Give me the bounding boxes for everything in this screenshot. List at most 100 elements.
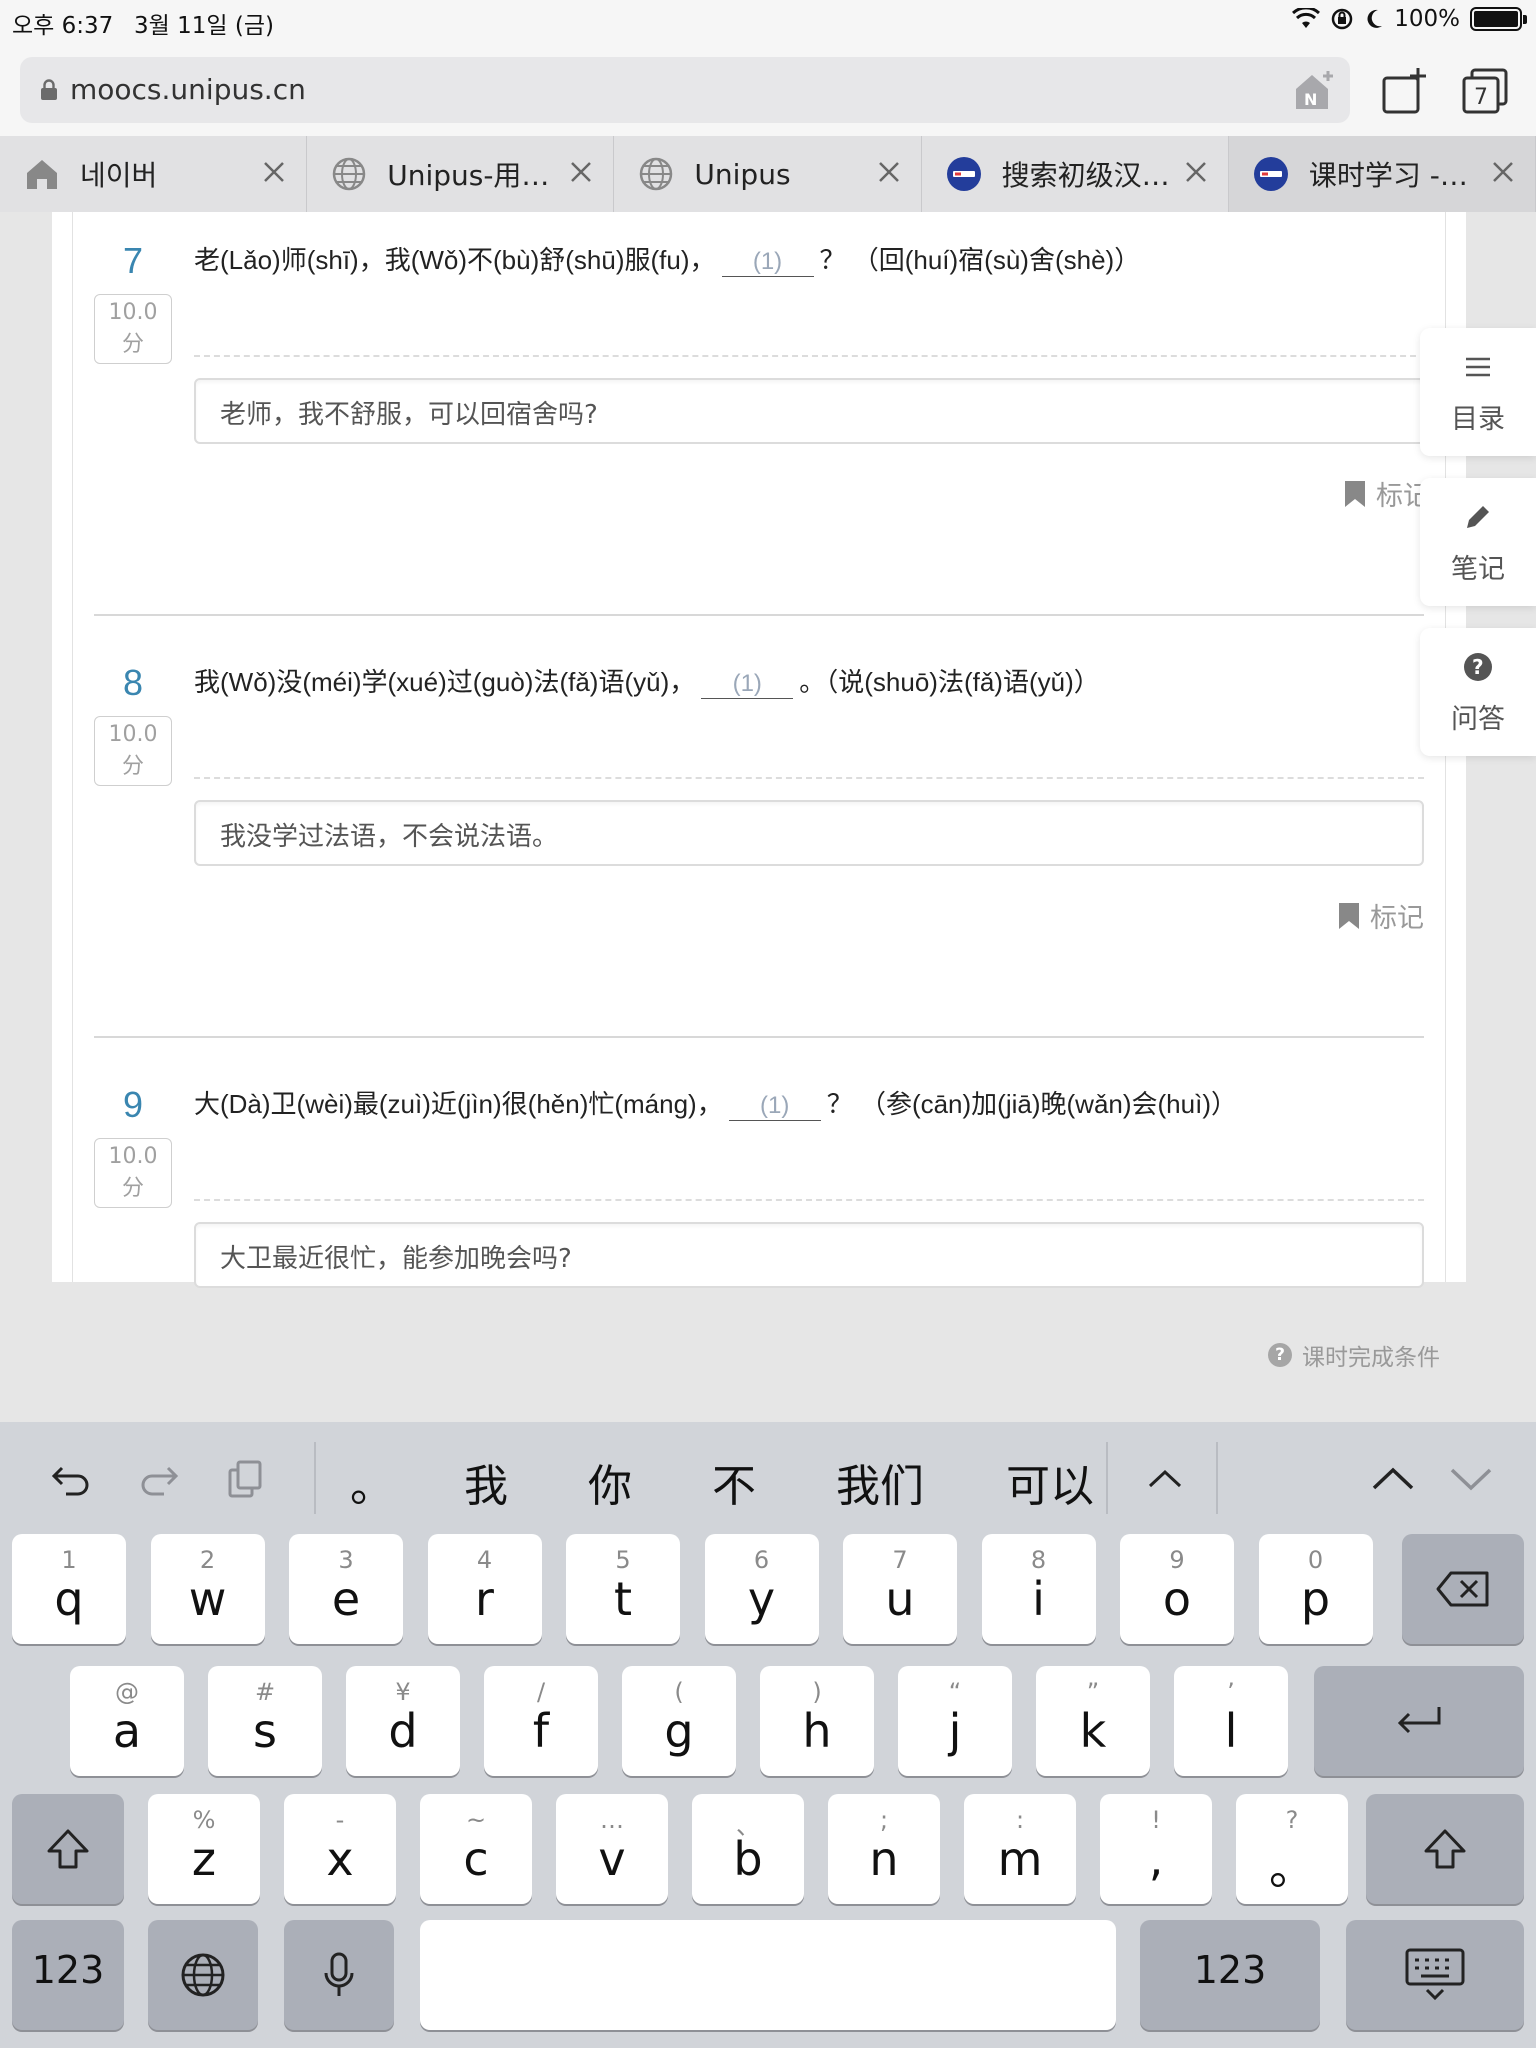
key-j[interactable]: “j [898, 1666, 1012, 1776]
prompt-text: 我(Wǒ)没(méi)学(xué)过(guò)法(fǎ)语(yǔ)， [194, 667, 696, 697]
answer-field[interactable]: 老师，我不舒服，可以回宿舍吗? [194, 378, 1444, 444]
tab-lesson-study[interactable]: 课时学习 -… [1228, 136, 1536, 212]
key-label: o [1162, 1572, 1192, 1626]
key-label: n [869, 1832, 899, 1886]
key-n[interactable]: ; n [828, 1794, 940, 1904]
backspace-key[interactable] [1402, 1534, 1524, 1644]
candidate-word[interactable]: 我 [464, 1450, 508, 1514]
address-row: moocs.unipus.cn N 7 [0, 40, 1536, 136]
return-key[interactable] [1314, 1666, 1524, 1776]
candidate-word[interactable]: 可以 [1006, 1450, 1094, 1514]
key-l[interactable]: ’ l [1174, 1666, 1288, 1776]
key-u[interactable]: 7u [843, 1534, 957, 1644]
key-x[interactable]: -x [284, 1794, 396, 1904]
key-hint: 7 [892, 1546, 908, 1574]
key-k[interactable]: ” k [1036, 1666, 1150, 1776]
key-hint: 9 [1169, 1546, 1185, 1574]
close-icon[interactable] [875, 158, 903, 186]
new-tab-icon[interactable] [1382, 66, 1428, 114]
numbers-right-key[interactable]: 123 [1140, 1920, 1320, 2030]
expand-candidates-icon[interactable] [1142, 1456, 1188, 1502]
dictation-key[interactable] [284, 1920, 394, 2030]
candidate-word[interactable]: 你 [588, 1450, 632, 1514]
key-period[interactable]: ?。 [1236, 1794, 1348, 1904]
bookmark-icon [1345, 480, 1365, 507]
mark-button[interactable]: 标记 [1338, 896, 1424, 935]
naver-home-icon[interactable]: N [1292, 69, 1336, 113]
key-label: 123 [31, 1948, 105, 1992]
key-hint: @ [115, 1678, 139, 1706]
globe-icon [181, 1953, 225, 1997]
answer-field[interactable]: 我没学过法语，不会说法语。 [194, 800, 1424, 866]
close-icon[interactable] [260, 158, 288, 186]
key-r[interactable]: 4r [427, 1534, 542, 1644]
key-label: k [1079, 1704, 1107, 1758]
catalog-button[interactable]: 目录 [1420, 328, 1536, 456]
key-a[interactable]: @ a [70, 1666, 184, 1776]
tab-search-chinese[interactable]: 搜索初级汉… [921, 136, 1229, 212]
score-value: 10.0 [108, 300, 158, 325]
completion-conditions-link[interactable]: ? 课时完成条件 [1268, 1338, 1440, 1372]
key-e[interactable]: 3e [289, 1534, 403, 1644]
question-7: 7 10.0 分 老(Lǎo)师(shī)，我(Wǒ)不(bù)舒(shū)服(f… [92, 222, 1444, 622]
key-q[interactable]: 1q [12, 1534, 126, 1644]
close-icon[interactable] [1182, 158, 1210, 186]
paste-icon[interactable] [224, 1456, 270, 1502]
key-g[interactable]: (g [622, 1666, 736, 1776]
help-icon: ? [1464, 653, 1492, 681]
shift-left-key[interactable] [12, 1794, 124, 1904]
chevron-down-icon[interactable] [1448, 1456, 1494, 1502]
hide-keyboard-key[interactable] [1346, 1920, 1524, 2030]
unipus-logo-icon [946, 157, 981, 191]
candidate-word[interactable]: 我们 [836, 1450, 924, 1514]
key-label: 。 [1269, 1841, 1315, 1895]
key-i[interactable]: 8i [981, 1534, 1096, 1644]
close-icon[interactable] [567, 158, 595, 186]
lock-icon [41, 79, 57, 100]
key-y[interactable]: 6y [704, 1534, 819, 1644]
key-hint: 6 [753, 1546, 770, 1574]
tab-unipus-user[interactable]: Unipus-用… [307, 136, 615, 212]
candidate-word[interactable]: 不 [712, 1450, 756, 1514]
shift-right-key[interactable] [1366, 1794, 1524, 1904]
chevron-up-icon[interactable] [1370, 1456, 1416, 1502]
score-unit: 分 [121, 1176, 144, 1201]
space-key[interactable] [420, 1920, 1116, 2030]
key-o[interactable]: 9o [1120, 1534, 1234, 1644]
key-t[interactable]: 5t [566, 1534, 680, 1644]
key-b[interactable]: 、 b [692, 1794, 804, 1904]
key-m[interactable]: :m [964, 1794, 1076, 1904]
globe-icon [640, 157, 673, 191]
tab-unipus[interactable]: Unipus [614, 136, 922, 212]
prompt-text: 大(Dà)卫(wèi)最(zuì)近(jìn)很(hěn)忙(máng)， [194, 1089, 723, 1119]
globe-key[interactable] [148, 1920, 258, 2030]
svg-text:?: ? [1472, 655, 1484, 679]
tab-label: 搜索初级汉… [1001, 159, 1170, 192]
key-z[interactable]: % z [148, 1794, 260, 1904]
address-bar[interactable]: moocs.unipus.cn N [20, 57, 1350, 123]
mark-button[interactable]: 标记 [1344, 474, 1430, 513]
moon-icon [1367, 9, 1383, 28]
key-v[interactable]: … v [556, 1794, 668, 1904]
key-w[interactable]: 2w [150, 1534, 265, 1644]
key-hint: 5 [615, 1546, 631, 1574]
close-icon[interactable] [1489, 158, 1517, 186]
candidate-word[interactable]: 。 [350, 1450, 394, 1514]
undo-icon[interactable] [48, 1456, 94, 1502]
qa-button[interactable]: ? 问答 [1420, 628, 1536, 756]
answer-field[interactable]: 大卫最近很忙，能参加晚会吗? [194, 1222, 1424, 1288]
tab-naver[interactable]: 네이버 [0, 136, 308, 212]
notes-button[interactable]: 笔记 [1420, 478, 1536, 606]
key-s[interactable]: # s [208, 1666, 322, 1776]
key-c[interactable]: ~ c [420, 1794, 532, 1904]
key-hint: 3 [338, 1546, 354, 1574]
redo-icon[interactable] [136, 1456, 182, 1502]
key-comma[interactable]: !, [1100, 1794, 1212, 1904]
tab-switcher-icon[interactable]: 7 [1462, 68, 1508, 114]
numbers-left-key[interactable]: 123 [12, 1920, 124, 2030]
key-d[interactable]: ¥ d [346, 1666, 460, 1776]
key-hint: ) [812, 1678, 822, 1706]
key-p[interactable]: 0p [1258, 1534, 1373, 1644]
key-h[interactable]: ) h [760, 1666, 874, 1776]
key-f[interactable]: / f [484, 1666, 598, 1776]
